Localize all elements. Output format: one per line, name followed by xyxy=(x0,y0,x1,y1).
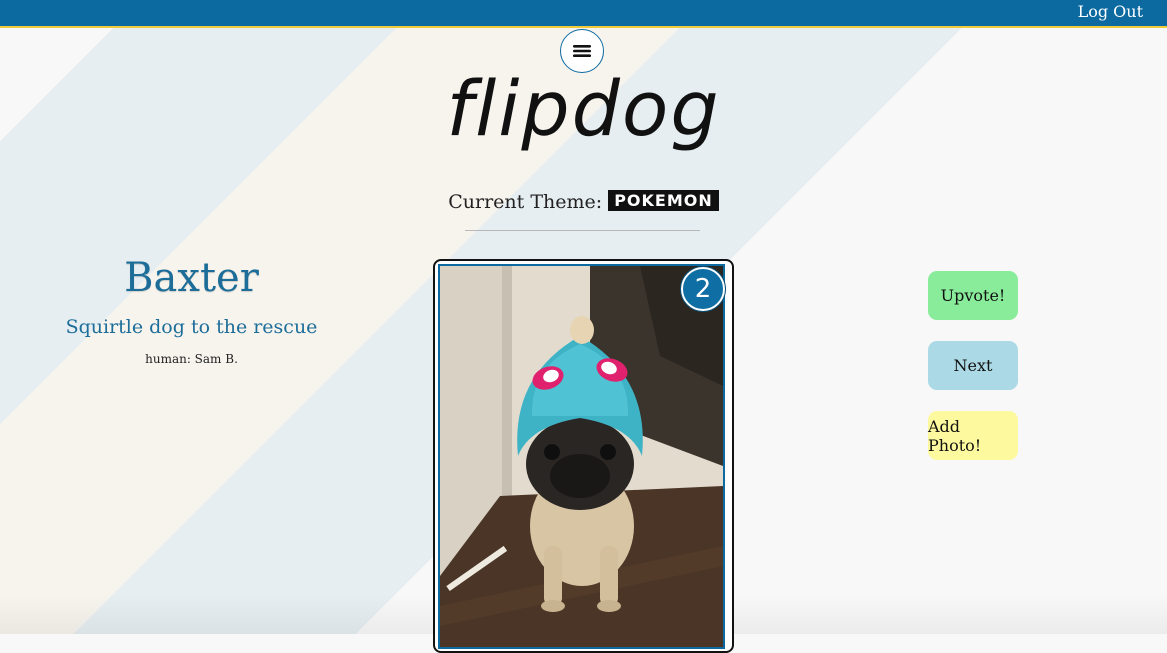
theme-label: Current Theme: xyxy=(448,191,603,213)
flipdog-logo: flipdog xyxy=(446,64,721,153)
hamburger-menu-icon xyxy=(572,43,592,59)
dog-caption: Squirtle dog to the rescue xyxy=(65,316,318,338)
dog-photo xyxy=(438,264,725,649)
vote-count-badge: 2 xyxy=(681,267,725,311)
title-divider xyxy=(465,230,700,231)
upvote-button[interactable]: Upvote! xyxy=(928,271,1018,320)
dog-human-owner: human: Sam B. xyxy=(145,352,238,366)
dog-name: Baxter xyxy=(124,255,259,301)
next-button[interactable]: Next xyxy=(928,341,1018,390)
photo-card xyxy=(433,259,734,653)
dog-info: Baxter Squirtle dog to the rescue human:… xyxy=(40,252,343,366)
current-theme: Current Theme: POKEMON xyxy=(0,190,1167,213)
theme-name-badge: POKEMON xyxy=(608,190,719,211)
add-photo-button[interactable]: Add Photo! xyxy=(928,411,1018,460)
menu-button[interactable] xyxy=(560,29,604,73)
top-bar: Log Out xyxy=(0,0,1167,28)
logout-link[interactable]: Log Out xyxy=(1078,2,1143,21)
